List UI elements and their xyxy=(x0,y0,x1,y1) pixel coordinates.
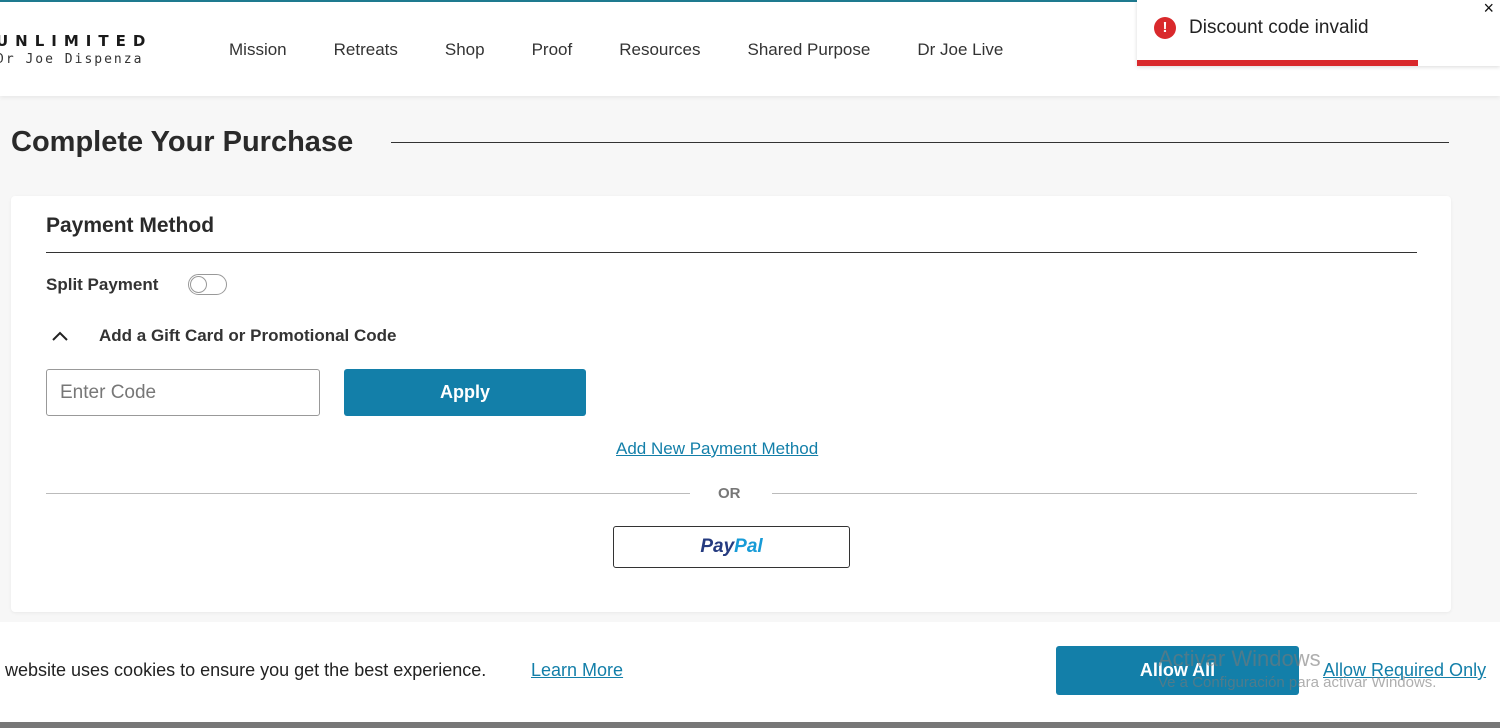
logo[interactable]: UNLIMITED Dr Joe Dispenza xyxy=(0,32,152,67)
cookie-message: website uses cookies to ensure you get t… xyxy=(5,660,487,680)
paypal-logo-pay: Pay xyxy=(700,536,735,557)
add-new-payment-method-link[interactable]: Add New Payment Method xyxy=(616,439,818,459)
toggle-knob xyxy=(190,276,207,293)
chevron-up-icon[interactable] xyxy=(50,326,70,346)
error-toast: ! Discount code invalid × xyxy=(1137,0,1500,66)
paypal-logo-pal: Pal xyxy=(734,536,763,557)
allow-all-button[interactable]: Allow All xyxy=(1056,646,1299,695)
main-nav: Mission Retreats Shop Proof Resources Sh… xyxy=(229,40,1050,60)
nav-item-proof[interactable]: Proof xyxy=(532,40,573,60)
nav-item-retreats[interactable]: Retreats xyxy=(334,40,398,60)
or-label: OR xyxy=(718,485,741,502)
close-icon[interactable]: × xyxy=(1483,0,1494,19)
nav-item-mission[interactable]: Mission xyxy=(229,40,287,60)
cookie-banner: website uses cookies to ensure you get t… xyxy=(0,622,1500,728)
learn-more-link[interactable]: Learn More xyxy=(531,660,623,681)
split-payment-label: Split Payment xyxy=(46,275,159,294)
or-divider-left xyxy=(46,493,690,494)
title-divider xyxy=(391,142,1449,143)
card-divider xyxy=(46,252,1417,253)
paypal-button[interactable]: PayPal xyxy=(613,526,850,568)
toast-progress-bar xyxy=(1137,60,1418,66)
logo-subtitle: Dr Joe Dispenza xyxy=(0,52,144,67)
payment-method-card: Payment Method Split Payment Add a Gift … xyxy=(11,196,1451,612)
apply-button[interactable]: Apply xyxy=(344,369,586,416)
bottom-strip xyxy=(0,722,1500,728)
page-title: Complete Your Purchase xyxy=(11,126,354,158)
payment-method-title: Payment Method xyxy=(46,214,215,237)
toast-message: Discount code invalid xyxy=(1189,17,1369,38)
allow-required-only-link[interactable]: Allow Required Only xyxy=(1323,660,1486,681)
error-icon: ! xyxy=(1154,17,1176,39)
nav-item-shared-purpose[interactable]: Shared Purpose xyxy=(747,40,870,60)
nav-item-resources[interactable]: Resources xyxy=(619,40,700,60)
or-divider-right xyxy=(772,493,1417,494)
promo-code-input[interactable] xyxy=(46,369,320,416)
logo-wordmark: UNLIMITED xyxy=(0,32,153,50)
nav-item-shop[interactable]: Shop xyxy=(445,40,485,60)
nav-item-dr-joe-live[interactable]: Dr Joe Live xyxy=(917,40,1003,60)
paypal-logo: PayPal xyxy=(700,536,762,557)
split-payment-toggle[interactable] xyxy=(188,274,227,295)
gift-card-toggle-label[interactable]: Add a Gift Card or Promotional Code xyxy=(99,326,397,346)
